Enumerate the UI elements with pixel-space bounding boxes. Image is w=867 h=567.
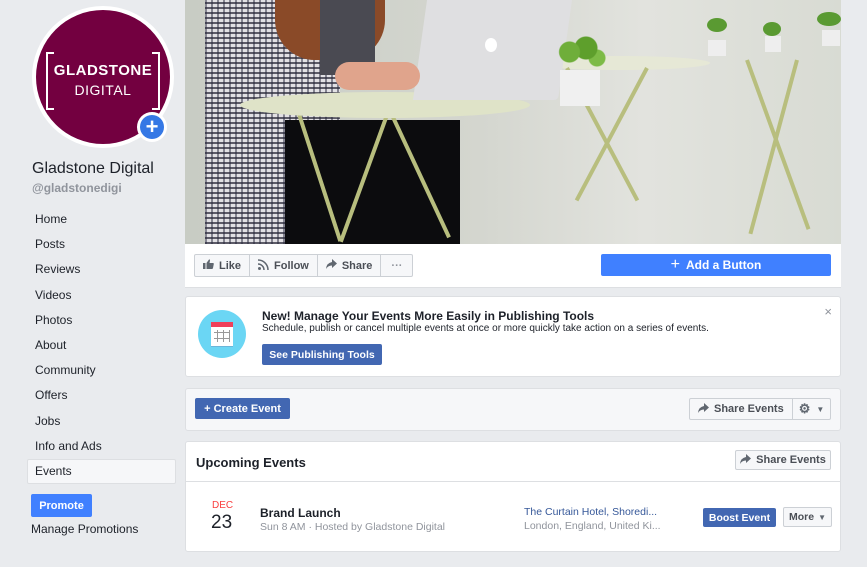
upcoming-events-card: Upcoming Events Share Events DEC 23 Bran… xyxy=(185,441,841,552)
more-label: More xyxy=(788,511,815,523)
rss-icon xyxy=(257,258,269,273)
sidebar-item-photos[interactable]: Photos xyxy=(27,308,176,333)
logo-text-bottom: DIGITAL xyxy=(74,82,132,98)
plus-icon: + xyxy=(140,115,164,139)
event-meta: Sun 8 AM · Hosted by Gladstone Digital xyxy=(260,521,446,533)
cover-small-plant xyxy=(763,22,781,36)
share-events-button-secondary[interactable]: Share Events xyxy=(735,450,831,470)
add-a-button-label: Add a Button xyxy=(686,258,762,272)
like-label: Like xyxy=(219,259,242,272)
upcoming-events-header: Upcoming Events Share Events xyxy=(186,442,840,482)
cover-plant-pot xyxy=(560,70,600,106)
close-icon[interactable]: × xyxy=(824,304,832,319)
page-action-bar: Like Follow Share ··· + Add a Button xyxy=(185,244,841,288)
event-month: DEC xyxy=(212,500,234,511)
events-toolbar: + Create Event Share Events ⚙ ▼ xyxy=(185,388,841,431)
settings-dropdown[interactable]: ⚙ ▼ xyxy=(793,399,831,419)
cover-small-pot xyxy=(708,40,726,56)
sidebar-item-offers[interactable]: Offers xyxy=(27,383,176,408)
event-location-city: London, England, United Ki... xyxy=(524,520,661,532)
cover-plant xyxy=(553,32,608,72)
follow-label: Follow xyxy=(274,259,309,272)
manage-promotions-link[interactable]: Manage Promotions xyxy=(31,522,138,536)
share-label: Share xyxy=(341,259,373,272)
cover-photo[interactable] xyxy=(185,0,841,244)
create-event-button[interactable]: + Create Event xyxy=(195,398,290,419)
calendar-bottom xyxy=(211,346,233,347)
cover-small-plant xyxy=(817,12,841,26)
boost-event-button[interactable]: Boost Event xyxy=(703,508,776,527)
share-arrow-icon xyxy=(698,402,709,416)
sidebar-item-community[interactable]: Community xyxy=(27,358,176,383)
share-arrow-icon xyxy=(740,453,752,467)
cover-table-leg xyxy=(745,59,811,230)
cover-apple-logo xyxy=(485,38,497,52)
cover-hand xyxy=(335,62,420,90)
page-name[interactable]: Gladstone Digital xyxy=(32,160,154,178)
cover-small-pot xyxy=(822,30,840,46)
banner-title: New! Manage Your Events More Easily in P… xyxy=(262,309,595,323)
upcoming-events-title: Upcoming Events xyxy=(196,455,306,470)
like-button[interactable]: Like xyxy=(195,255,251,276)
share-events-label: Share Events xyxy=(714,403,784,415)
thumbs-up-icon xyxy=(203,259,214,272)
cover-small-pot xyxy=(765,36,781,52)
logo-text-top: GLADSTONE xyxy=(53,62,153,79)
sidebar-item-home[interactable]: Home xyxy=(27,207,176,232)
plus-icon: + xyxy=(670,256,680,273)
add-a-button[interactable]: + Add a Button xyxy=(601,254,831,276)
event-title[interactable]: Brand Launch xyxy=(260,506,341,520)
logo-bracket-right xyxy=(152,52,160,110)
add-profile-photo-button[interactable]: + xyxy=(137,112,167,142)
promote-button[interactable]: Promote xyxy=(31,494,92,517)
calendar-header xyxy=(211,322,233,327)
more-dots-icon: ··· xyxy=(391,259,403,272)
sidebar-item-posts[interactable]: Posts xyxy=(27,232,176,257)
caret-down-icon: ▼ xyxy=(816,404,825,414)
sidebar-item-about[interactable]: About xyxy=(27,333,176,358)
see-publishing-tools-button[interactable]: See Publishing Tools xyxy=(262,344,382,365)
cover-small-plant xyxy=(707,18,727,32)
sidebar-item-videos[interactable]: Videos xyxy=(27,283,176,308)
sidebar-item-info-and-ads[interactable]: Info and Ads xyxy=(27,434,176,459)
events-toolbar-actions: Share Events ⚙ ▼ xyxy=(689,398,832,420)
share-events-button[interactable]: Share Events xyxy=(690,399,793,419)
logo-bracket-left xyxy=(46,52,54,110)
share-events-label: Share Events xyxy=(756,454,826,466)
sidebar-item-jobs[interactable]: Jobs xyxy=(27,409,176,434)
share-arrow-icon xyxy=(325,259,337,272)
gear-icon: ⚙ xyxy=(798,401,811,416)
more-actions-button[interactable]: ··· xyxy=(381,255,412,276)
sidebar-item-reviews[interactable]: Reviews xyxy=(27,257,176,282)
calendar-grid xyxy=(214,330,230,342)
caret-down-icon: ▼ xyxy=(818,512,826,522)
page-handle[interactable]: @gladstonedigi xyxy=(32,181,122,195)
page-sidebar: GLADSTONE DIGITAL + Gladstone Digital @g… xyxy=(0,0,185,567)
event-location-link[interactable]: The Curtain Hotel, Shoredi... xyxy=(524,506,657,518)
sidebar-item-events[interactable]: Events xyxy=(27,458,176,485)
calendar-icon xyxy=(198,310,246,358)
page-nav: Home Posts Reviews Videos Photos About C… xyxy=(27,207,176,485)
banner-description: Schedule, publish or cancel multiple eve… xyxy=(262,323,709,334)
publishing-tools-banner: New! Manage Your Events More Easily in P… xyxy=(185,296,841,377)
share-button[interactable]: Share xyxy=(318,255,382,276)
event-more-dropdown[interactable]: More ▼ xyxy=(783,507,832,527)
follow-button[interactable]: Follow xyxy=(250,255,318,276)
event-day: 23 xyxy=(211,512,233,533)
cover-pants xyxy=(285,120,460,244)
page-actions-group: Like Follow Share ··· xyxy=(194,254,414,277)
